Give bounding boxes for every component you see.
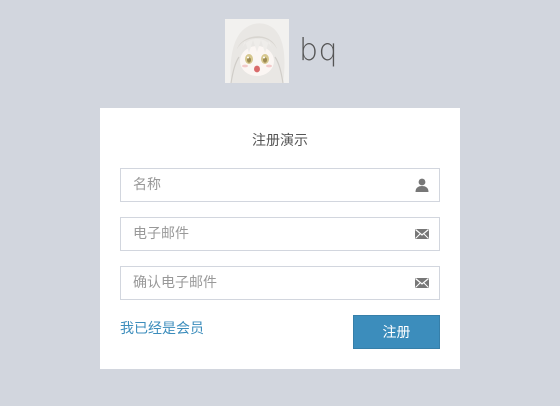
email-input[interactable]	[121, 218, 391, 250]
name-input[interactable]	[121, 169, 391, 201]
form-title: 注册演示	[252, 133, 308, 149]
confirm-email-input[interactable]	[121, 267, 391, 299]
register-button[interactable]: 注册	[353, 315, 440, 349]
envelope-icon	[415, 229, 429, 239]
logo: bq	[225, 18, 338, 84]
register-box: 注册演示 我已经是会员 注册	[100, 108, 460, 369]
confirm-email-field-group	[120, 266, 440, 300]
already-member-link[interactable]: 我已经是会员	[120, 318, 204, 338]
user-icon	[415, 178, 429, 192]
email-field-group	[120, 217, 440, 251]
envelope-icon	[415, 278, 429, 288]
name-field-group	[120, 168, 440, 202]
brand-name: bq	[299, 33, 339, 68]
avatar	[225, 19, 289, 83]
